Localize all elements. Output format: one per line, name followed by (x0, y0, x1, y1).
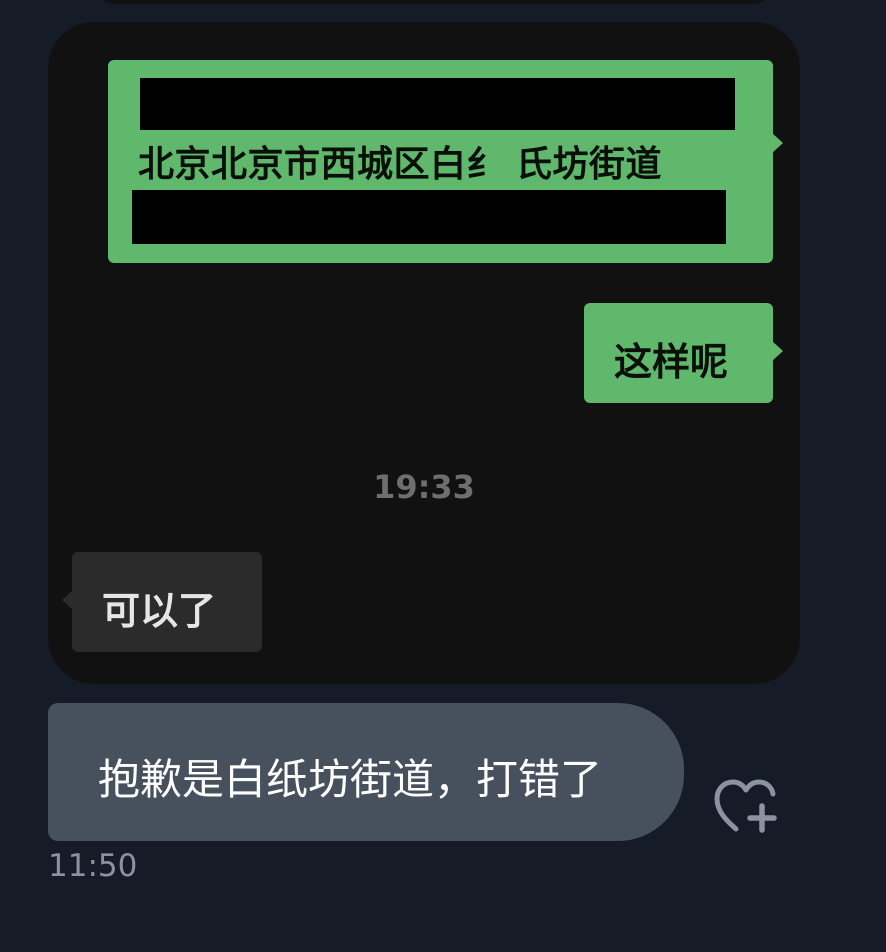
sent-message-text: 抱歉是白纸坊街道，打错了 (98, 755, 603, 804)
reply-message-bubble: 这样呢 (584, 303, 783, 403)
redaction-bar-bottom (132, 190, 726, 244)
chat-timestamp: 19:33 (373, 468, 475, 506)
reply-message-text: 这样呢 (614, 340, 729, 384)
incoming-message-text: 可以了 (102, 589, 217, 633)
bubble-tail (772, 341, 783, 361)
bubble-tail (772, 133, 783, 153)
heart-plus-icon (714, 779, 777, 833)
bubble-tail (62, 590, 73, 610)
shared-chat-screenshot[interactable]: 北京北京市西城区白纟 氏坊街道 这样呢 19:33 可以了 (48, 22, 800, 684)
sent-message-bubble[interactable]: 抱歉是白纸坊街道，打错了 (48, 703, 684, 841)
incoming-message-bubble: 可以了 (62, 552, 262, 652)
address-message-bubble: 北京北京市西城区白纟 氏坊街道 (108, 60, 783, 263)
previous-image-edge (96, 0, 772, 4)
message-timestamp: 11:50 (48, 848, 138, 884)
redaction-bar-top (140, 78, 735, 130)
address-message-text: 北京北京市西城区白纟 氏坊街道 (138, 144, 663, 185)
add-reaction-button[interactable] (710, 773, 780, 837)
